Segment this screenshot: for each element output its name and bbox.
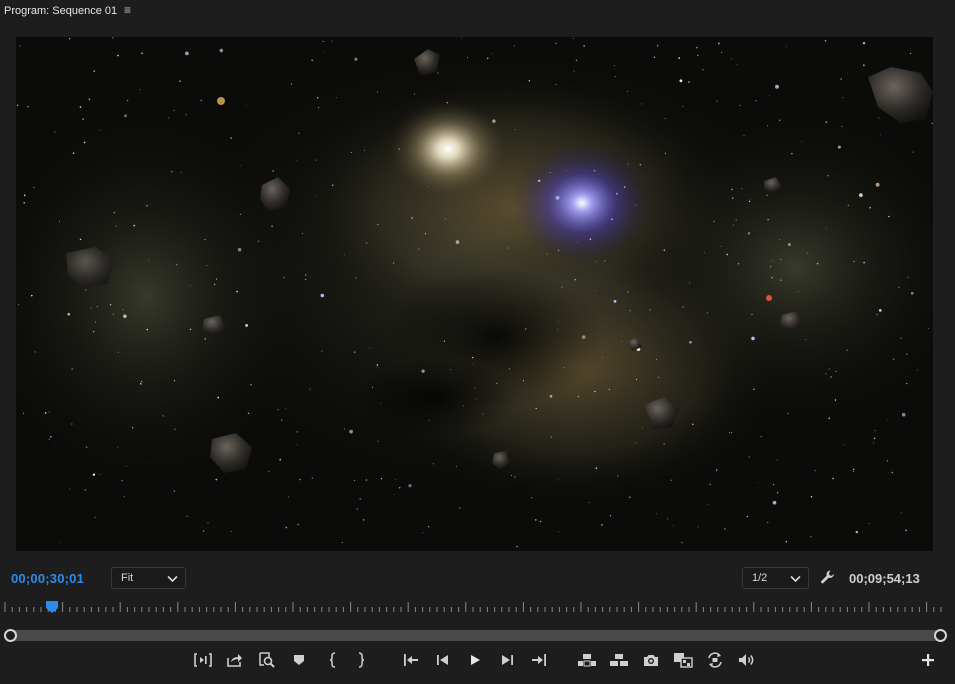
inspect-button[interactable] [256,648,278,672]
plus-icon [922,654,934,666]
playback-resolution-dropdown[interactable]: 1/2 [742,567,809,589]
chevron-down-icon [167,574,178,586]
extract-icon [610,654,628,666]
mark-in-button[interactable] [322,648,344,672]
add-marker-button[interactable] [288,648,310,672]
proxy-icon [708,652,722,668]
mark-out-button[interactable] [350,648,372,672]
current-timecode[interactable]: 00;00;30;01 [11,571,84,586]
go-to-out-icon [532,654,546,666]
go-to-in-button[interactable] [400,648,422,672]
time-ruler[interactable] [0,598,955,618]
panel-header: Program: Sequence 01 ≡ [0,0,955,24]
playhead[interactable] [46,601,58,613]
chevron-down-icon [790,574,801,586]
panel-title[interactable]: Program: Sequence 01 [4,5,117,17]
zoom-doc-icon [259,652,275,668]
export-button[interactable] [224,648,246,672]
camera-icon [644,655,658,666]
play-icon [471,655,480,665]
zoom-level-value: Fit [121,572,134,584]
zoom-level-dropdown[interactable]: Fit [111,567,186,589]
video-frame [16,37,933,551]
speaker-icon [739,654,754,666]
sequence-duration-timecode: 00;09;54;13 [849,571,920,586]
zoom-scroll-handle-left[interactable] [4,629,17,642]
zoom-scroll-bar[interactable] [9,630,941,641]
lift-button[interactable] [576,648,598,672]
button-editor-button[interactable] [917,648,939,672]
playback-resolution-value: 1/2 [752,572,768,584]
comparison-icon [674,653,693,668]
step-back-button[interactable] [432,648,454,672]
go-to-in-icon [404,654,418,666]
comparison-view-button[interactable] [672,648,694,672]
lift-icon [578,654,596,667]
zoom-scroll-handle-right[interactable] [934,629,947,642]
panel-menu-icon[interactable]: ≡ [124,3,131,17]
proxy-toggle-button[interactable] [704,648,726,672]
insert-edit-point-button[interactable] [192,648,214,672]
marker-icon [294,655,304,665]
play-button[interactable] [464,648,486,672]
split-brackets-icon [194,653,212,667]
extract-button[interactable] [608,648,630,672]
step-forward-icon [502,655,513,665]
step-forward-button[interactable] [496,648,518,672]
mark-out-icon [358,652,365,668]
step-back-icon [437,655,448,665]
go-to-out-button[interactable] [528,648,550,672]
export-tray-icon [227,654,242,667]
transport-controls [0,648,955,672]
export-frame-button[interactable] [640,648,662,672]
settings-wrench-icon[interactable] [820,569,836,590]
program-monitor-viewer[interactable] [16,37,933,551]
mark-in-icon [329,652,336,668]
audio-button[interactable] [736,648,758,672]
